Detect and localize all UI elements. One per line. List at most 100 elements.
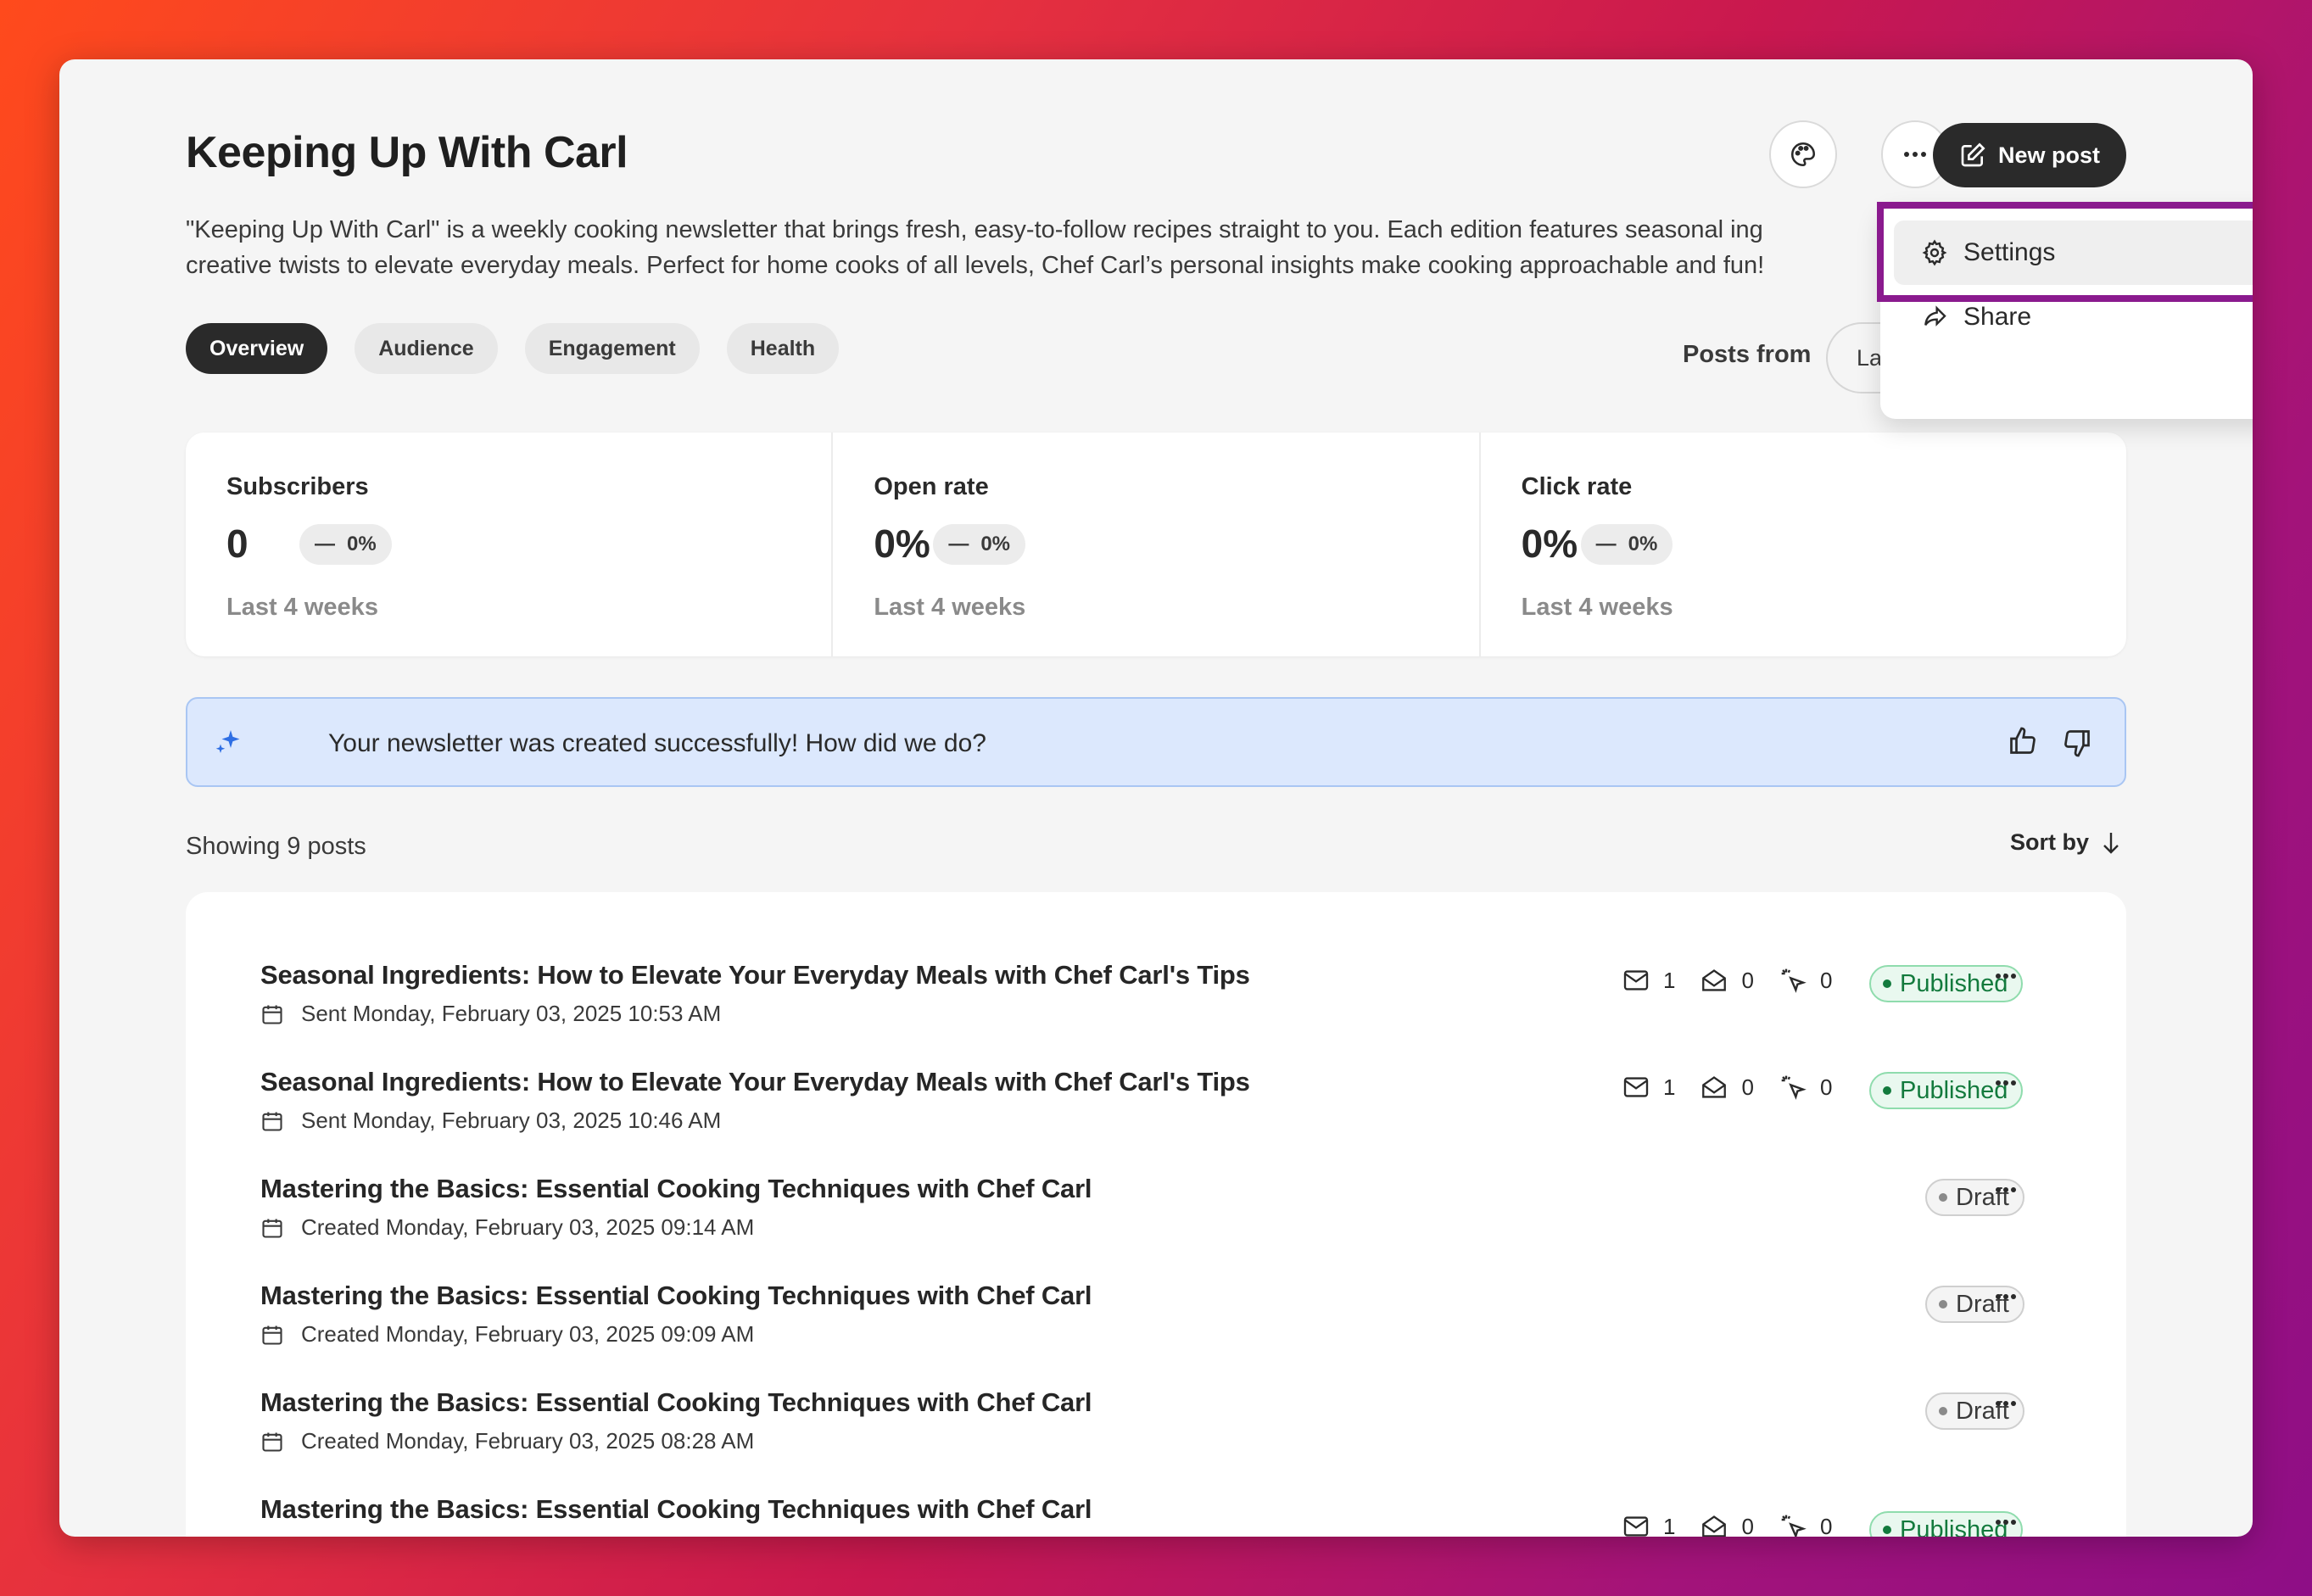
status-dot <box>1939 1300 1947 1309</box>
ellipsis-icon <box>1996 1080 2016 1085</box>
post-date: Created Monday, February 03, 2025 09:14 … <box>260 1214 754 1241</box>
newsletter-description: "Keeping Up With Carl" is a weekly cooki… <box>186 212 1882 283</box>
share-icon <box>1924 305 1946 326</box>
post-list: Seasonal Ingredients: How to Elevate You… <box>186 892 2126 1537</box>
stats-panel: Subscribers 0 — 0% Last 4 weeks Open rate… <box>186 432 2126 656</box>
calendar-icon <box>262 1112 282 1131</box>
post-metrics: 1 0 0 <box>1622 1074 1857 1101</box>
stat-change: 0% <box>1628 533 1658 555</box>
stat-open-rate: Open rate 0% — 0% Last 4 weeks <box>833 432 1481 656</box>
sent-count: 1 <box>1663 967 1676 993</box>
page-title: Keeping Up With Carl <box>186 128 628 177</box>
opens-count: 0 <box>1741 967 1754 993</box>
opens-metric: 0 <box>1700 967 1754 994</box>
stat-value: 0 <box>226 522 249 566</box>
post-more-button[interactable] <box>1987 1391 2024 1416</box>
calendar-icon <box>262 1219 282 1238</box>
post-date-text: Created Monday, February 03, 2025 09:14 … <box>301 1214 755 1240</box>
post-row[interactable]: Mastering the Basics: Essential Cooking … <box>260 1281 2075 1387</box>
post-title[interactable]: Mastering the Basics: Essential Cooking … <box>260 1174 1092 1204</box>
ellipsis-icon <box>1996 974 2016 979</box>
post-row[interactable]: Mastering the Basics: Essential Cooking … <box>260 1387 2075 1494</box>
cursor-click-icon <box>1781 968 1807 993</box>
post-row[interactable]: Seasonal Ingredients: How to Elevate You… <box>260 960 2075 1067</box>
tab-health[interactable]: Health <box>726 323 840 374</box>
post-title[interactable]: Mastering the Basics: Essential Cooking … <box>260 1387 1092 1418</box>
ellipsis-icon <box>1996 1401 2016 1406</box>
clicks-metric: 0 <box>1779 967 1832 994</box>
calendar-icon <box>262 1432 282 1452</box>
dash-icon: — <box>1595 533 1617 555</box>
stat-period: Last 4 weeks <box>226 594 378 621</box>
mail-icon <box>1623 1516 1649 1537</box>
status-dot <box>1939 1193 1947 1202</box>
opens-count: 0 <box>1741 1513 1754 1537</box>
stat-change: 0% <box>347 533 377 555</box>
sent-count: 1 <box>1663 1513 1676 1537</box>
stat-period: Last 4 weeks <box>1521 594 1673 621</box>
post-date-text: Created Monday, February 03, 2025 08:28 … <box>301 1428 755 1454</box>
post-more-button[interactable] <box>1987 963 2024 989</box>
post-row[interactable]: Seasonal Ingredients: How to Elevate You… <box>260 1067 2075 1174</box>
stat-label: Open rate <box>874 473 989 500</box>
post-more-button[interactable] <box>1987 1284 2024 1309</box>
tab-engagement[interactable]: Engagement <box>524 323 700 374</box>
status-dot <box>1883 1086 1891 1095</box>
opens-metric: 0 <box>1700 1513 1754 1537</box>
stat-change-badge: — 0% <box>1580 524 1673 565</box>
post-more-button[interactable] <box>1987 1070 2024 1096</box>
post-title[interactable]: Seasonal Ingredients: How to Elevate You… <box>260 960 1250 991</box>
theme-button[interactable] <box>1769 120 1837 188</box>
clicks-count: 0 <box>1819 967 1833 993</box>
sparkle-icon <box>215 730 240 753</box>
post-title[interactable]: Mastering the Basics: Essential Cooking … <box>260 1494 1092 1525</box>
status-dot <box>1883 979 1891 988</box>
clicks-count: 0 <box>1819 1074 1833 1100</box>
sent-count: 1 <box>1663 1074 1676 1100</box>
new-post-label: New post <box>1997 142 2100 168</box>
cursor-click-icon <box>1781 1515 1807 1537</box>
dash-icon: — <box>948 533 969 555</box>
tab-overview[interactable]: Overview <box>186 323 328 374</box>
palette-icon <box>1790 142 1816 167</box>
post-more-button[interactable] <box>1987 1510 2024 1535</box>
tab-audience[interactable]: Audience <box>355 323 498 374</box>
sort-by-button[interactable]: Sort by <box>2010 829 2121 856</box>
mail-icon <box>1623 1077 1649 1097</box>
thumbs-up-button[interactable] <box>2008 726 2038 761</box>
post-title[interactable]: Seasonal Ingredients: How to Elevate You… <box>260 1067 1250 1097</box>
clicks-metric: 0 <box>1779 1513 1832 1537</box>
post-title[interactable]: Mastering the Basics: Essential Cooking … <box>260 1281 1092 1311</box>
post-date: Created Monday, February 03, 2025 08:28 … <box>260 1428 754 1454</box>
stat-value: 0% <box>874 522 930 566</box>
new-post-button[interactable]: New post <box>1933 123 2126 187</box>
status-dot <box>1939 1407 1947 1415</box>
description-line-1: "Keeping Up With Carl" is a weekly cooki… <box>186 216 1763 243</box>
envelope-open-icon <box>1702 1076 1727 1098</box>
stat-value: 0% <box>1521 522 1578 566</box>
post-more-button[interactable] <box>1987 1177 2024 1203</box>
banner-text: Your newsletter was created successfully… <box>328 729 986 757</box>
sort-by-label: Sort by <box>2010 829 2090 855</box>
ellipsis-icon <box>1996 1520 2016 1525</box>
post-row[interactable]: Mastering the Basics: Essential Cooking … <box>260 1494 2075 1537</box>
envelope-open-icon <box>1702 1515 1727 1537</box>
sent-metric: 1 <box>1622 1514 1675 1537</box>
thumbs-down-button[interactable] <box>2062 728 2092 762</box>
dash-icon: — <box>315 533 335 555</box>
stat-subscribers: Subscribers 0 — 0% Last 4 weeks <box>186 432 834 656</box>
description-line-2: creative twists to elevate everyday meal… <box>186 252 1765 279</box>
post-date-text: Sent Monday, February 03, 2025 10:46 AM <box>301 1108 722 1133</box>
sent-metric: 1 <box>1622 968 1675 994</box>
ellipsis-icon <box>1904 152 1926 157</box>
stat-change-badge: — 0% <box>299 524 392 565</box>
menu-item-label: Share <box>1963 303 2032 331</box>
ellipsis-icon <box>1996 1294 2016 1299</box>
post-row[interactable]: Mastering the Basics: Essential Cooking … <box>260 1174 2075 1281</box>
cursor-click-icon <box>1781 1075 1807 1100</box>
post-date: Sent Monday, February 03, 2025 10:46 AM <box>260 1108 721 1134</box>
opens-metric: 0 <box>1700 1074 1754 1101</box>
post-count: Showing 9 posts <box>186 833 366 860</box>
stat-click-rate: Click rate 0% — 0% Last 4 weeks <box>1481 432 2126 656</box>
sent-metric: 1 <box>1622 1074 1675 1101</box>
